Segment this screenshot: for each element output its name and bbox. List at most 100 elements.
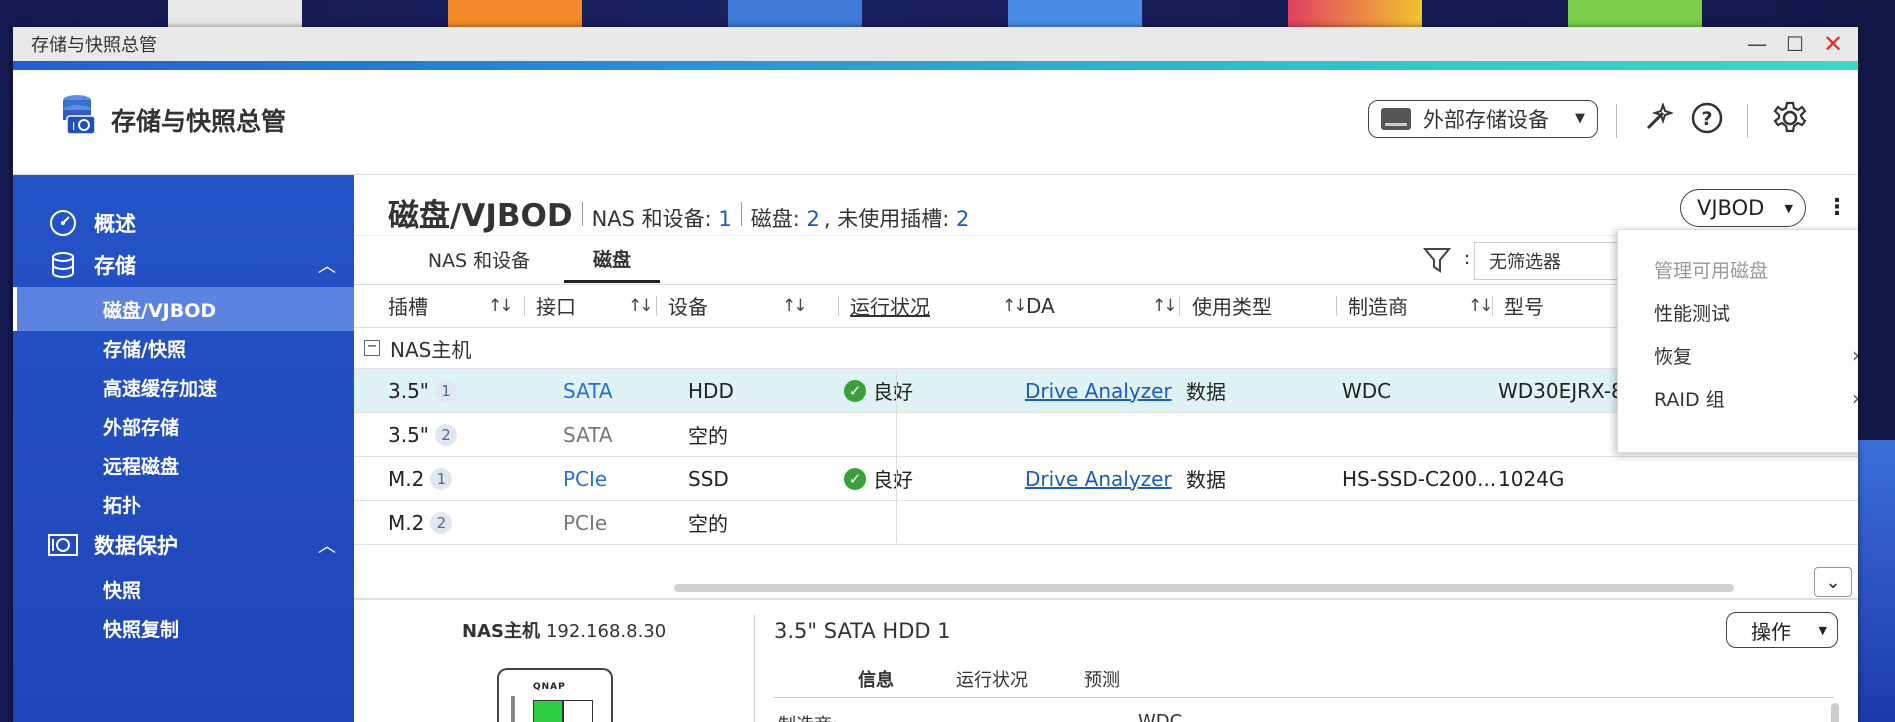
sort-icon[interactable]: ↑↓ [1468,296,1493,316]
stat-disks: 磁盘: 2 [751,203,820,233]
column-header-interface[interactable]: 接口 ↑↓ [536,284,656,327]
column-label: 型号 [1504,295,1544,319]
column-label: 运行状况 [850,295,930,319]
tab-disks[interactable]: 磁盘 [564,236,660,283]
slot-number-badge: 1 [430,467,453,490]
column-label: 设备 [668,295,708,319]
drive-bay-active[interactable] [533,700,563,722]
sidebar-section-label: 概述 [94,212,136,236]
slot-cell: M.2 2 [388,501,453,544]
sort-icon[interactable]: ↑↓ [1002,296,1027,316]
info-value: WDC [1138,711,1183,722]
sidebar-item-topology[interactable]: 拓扑 [13,482,354,526]
menu-item-manage-free-disks[interactable]: 管理可用磁盘 [1618,248,1858,290]
caret-down-icon: ▼ [1818,623,1827,637]
action-dropdown[interactable]: 操作 ▼ [1726,612,1838,648]
tab-nas-devices[interactable]: NAS 和设备 [414,236,544,283]
sidebar-section-overview[interactable]: 概述 [13,201,354,245]
column-header-vendor[interactable]: 制造商 ↑↓ [1348,284,1493,327]
column-divider [1336,296,1337,316]
close-button[interactable]: ✕ [1820,30,1846,58]
slot-type: 3.5" [388,422,430,447]
column-header-da[interactable]: DA ↑↓ [1026,284,1177,327]
detail-tab-bar: 信息 运行状况 预测 [774,661,1834,698]
column-header-device[interactable]: 设备 ↑↓ [668,284,808,327]
sidebar-item-disks-vjbod[interactable]: 磁盘/VJBOD [13,287,354,331]
column-divider [524,296,525,316]
sidebar-item-storage-snapshots[interactable]: 存储/快照 [13,326,354,370]
column-header-slot[interactable]: 插槽 ↑↓ [388,284,518,327]
window-titlebar[interactable]: 存储与快照总管 — ☐ ✕ [13,27,1858,61]
chevron-right-icon: › [1852,386,1858,410]
sidebar-item-snapshot[interactable]: 快照 [13,567,354,611]
sort-icon[interactable]: ↑↓ [1152,296,1177,316]
sort-icon[interactable]: ↑↓ [782,296,807,316]
slot-number-badge: 2 [435,423,458,446]
vertical-scrollbar[interactable] [1831,703,1839,722]
table-row[interactable]: M.2 1 PCIe SSD ✓ 良好 Drive Analyzer 数据 HS… [354,456,1858,500]
column-label: 插槽 [388,295,428,319]
window-title: 存储与快照总管 [31,35,157,56]
model-cell: 1024G [1498,466,1565,491]
device-cell: HDD [688,378,734,403]
drive-analyzer-link[interactable]: Drive Analyzer [1025,457,1172,500]
help-icon[interactable]: ? [1687,98,1727,138]
sidebar-item-label: 快照复制 [103,618,180,641]
menu-item-raid-group[interactable]: RAID 组 › [1618,377,1858,419]
vjbod-dropdown[interactable]: VJBOD ▼ [1680,189,1806,227]
sidebar-section-label: 存储 [94,254,136,278]
collapse-icon[interactable]: − [364,340,380,356]
usage-cell: 数据 [1186,380,1226,404]
minimize-button[interactable]: — [1744,31,1770,57]
sidebar-item-label: 外部存储 [103,416,180,439]
slot-cell: 3.5" 1 [388,369,458,412]
magic-wand-icon[interactable] [1638,98,1678,138]
vjbod-label: VJBOD [1697,196,1765,220]
tab-health[interactable]: 运行状况 [956,661,1028,697]
column-header-model[interactable]: 型号 [1504,284,1624,327]
sidebar-section-label: 数据保护 [94,534,178,558]
header-separator [1616,104,1617,138]
horizontal-scrollbar[interactable] [674,584,1734,592]
menu-item-label: 管理可用磁盘 [1654,259,1769,282]
chevron-up-icon[interactable]: ︿ [318,252,336,278]
external-storage-dropdown[interactable]: 外部存储设备 ▼ [1368,100,1598,138]
slot-type: M.2 [388,466,425,491]
sort-icon[interactable]: ↑↓ [488,296,513,316]
menu-item-performance-test[interactable]: 性能测试 [1618,291,1858,333]
drive-analyzer-link[interactable]: Drive Analyzer [1025,369,1172,412]
column-header-health[interactable]: 运行状况 ↑↓ [850,284,1027,327]
device-cell: 空的 [688,512,728,536]
column-label: 制造商 [1348,295,1408,319]
tab-prediction[interactable]: 预测 [1084,661,1120,697]
maximize-button[interactable]: ☐ [1782,31,1808,57]
detail-separator [754,615,755,722]
table-row[interactable]: M.2 2 PCIe 空的 [354,500,1858,545]
sidebar-item-remote-disk[interactable]: 远程磁盘 [13,443,354,487]
sort-icon[interactable]: ↑↓ [628,296,653,316]
drive-bay-empty[interactable] [563,700,593,722]
heading-divider [740,202,742,226]
filter-icon[interactable] [1422,245,1452,275]
tab-info[interactable]: 信息 [858,661,894,697]
sidebar-item-cache-acceleration[interactable]: 高速缓存加速 [13,365,354,409]
sidebar-section-storage[interactable]: 存储 ︿ [13,243,354,287]
chevron-up-icon[interactable]: ︿ [318,532,336,558]
menu-item-label: 性能测试 [1654,302,1731,325]
sidebar-section-data-protection[interactable]: 数据保护 ︿ [13,523,354,567]
model-cell: WD30EJRX-89 [1498,378,1637,403]
header-separator [1747,104,1748,138]
health-label: 良好 [873,468,913,492]
gear-icon[interactable] [1770,98,1810,138]
caret-down-icon: ▼ [1575,111,1585,126]
sidebar-item-snapshot-replica[interactable]: 快照复制 [13,606,354,650]
slot-cell: M.2 1 [388,457,453,500]
column-header-usage-type[interactable]: 使用类型 [1192,284,1332,327]
more-options-icon[interactable]: ⋮ [1824,189,1850,225]
storage-app-icon: I [63,95,96,135]
menu-item-recover[interactable]: 恢复 › [1618,334,1858,376]
app-title: 存储与快照总管 [111,107,287,136]
sidebar-item-external-storage[interactable]: 外部存储 [13,404,354,448]
expand-panel-button[interactable]: ⌄ [1814,567,1852,597]
menu-item-label: RAID 组 [1654,388,1725,411]
